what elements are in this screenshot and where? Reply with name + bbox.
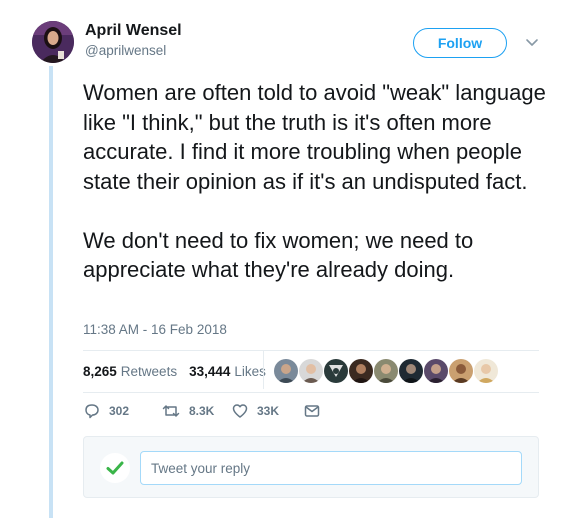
- retweet-icon: [162, 405, 180, 417]
- heart-icon: [232, 404, 248, 418]
- retweets-count: 8,265: [83, 364, 117, 379]
- liker-avatar[interactable]: [273, 358, 299, 384]
- envelope-icon: [304, 405, 320, 417]
- direct-message-button[interactable]: [303, 402, 329, 420]
- reply-composer: [83, 436, 539, 498]
- tweet-paragraph: We don't need to fix women; we need to a…: [83, 227, 474, 283]
- author-name[interactable]: April Wensel: [85, 22, 182, 40]
- stats-separator: [263, 351, 264, 389]
- divider: [83, 350, 539, 351]
- likes-count: 33,444: [189, 364, 231, 379]
- reply-button[interactable]: 302: [83, 402, 129, 420]
- retweet-button[interactable]: 8.3K: [161, 402, 214, 420]
- liker-avatar[interactable]: [448, 358, 474, 384]
- follow-button[interactable]: Follow: [413, 28, 507, 58]
- liker-avatar[interactable]: [398, 358, 424, 384]
- retweets-label: Retweets: [120, 364, 178, 379]
- liker-avatar[interactable]: [348, 358, 374, 384]
- like-button[interactable]: 33K: [231, 402, 279, 420]
- liker-avatar[interactable]: [298, 358, 324, 384]
- liker-avatar[interactable]: [373, 358, 399, 384]
- tweet-paragraph: Women are often told to avoid "weak" lan…: [83, 80, 546, 194]
- likes-stat[interactable]: 33,444 Likes: [189, 364, 266, 379]
- like-count: 33K: [257, 404, 280, 418]
- tweet-stats: 8,265 Retweets 33,444 Likes: [83, 364, 266, 379]
- author-handle[interactable]: @aprilwensel: [85, 43, 166, 58]
- tweet-timestamp[interactable]: 11:38 AM - 16 Feb 2018: [83, 322, 227, 337]
- divider: [83, 392, 539, 393]
- reply-icon: [85, 404, 99, 419]
- liker-avatar[interactable]: [473, 358, 499, 384]
- author-avatar[interactable]: [32, 21, 74, 63]
- checkmark-icon: [106, 461, 124, 475]
- liker-avatar[interactable]: [423, 358, 449, 384]
- user-avatar: [100, 453, 130, 483]
- retweet-count: 8.3K: [189, 404, 215, 418]
- chevron-down-icon[interactable]: [523, 33, 541, 51]
- retweets-stat[interactable]: 8,265 Retweets: [83, 364, 177, 379]
- liker-avatar[interactable]: [323, 358, 349, 384]
- thread-line: [49, 66, 53, 518]
- likes-label: Likes: [234, 364, 266, 379]
- reply-count: 302: [109, 404, 130, 418]
- reply-input[interactable]: [140, 451, 522, 485]
- tweet-text: Women are often told to avoid "weak" lan…: [83, 78, 553, 285]
